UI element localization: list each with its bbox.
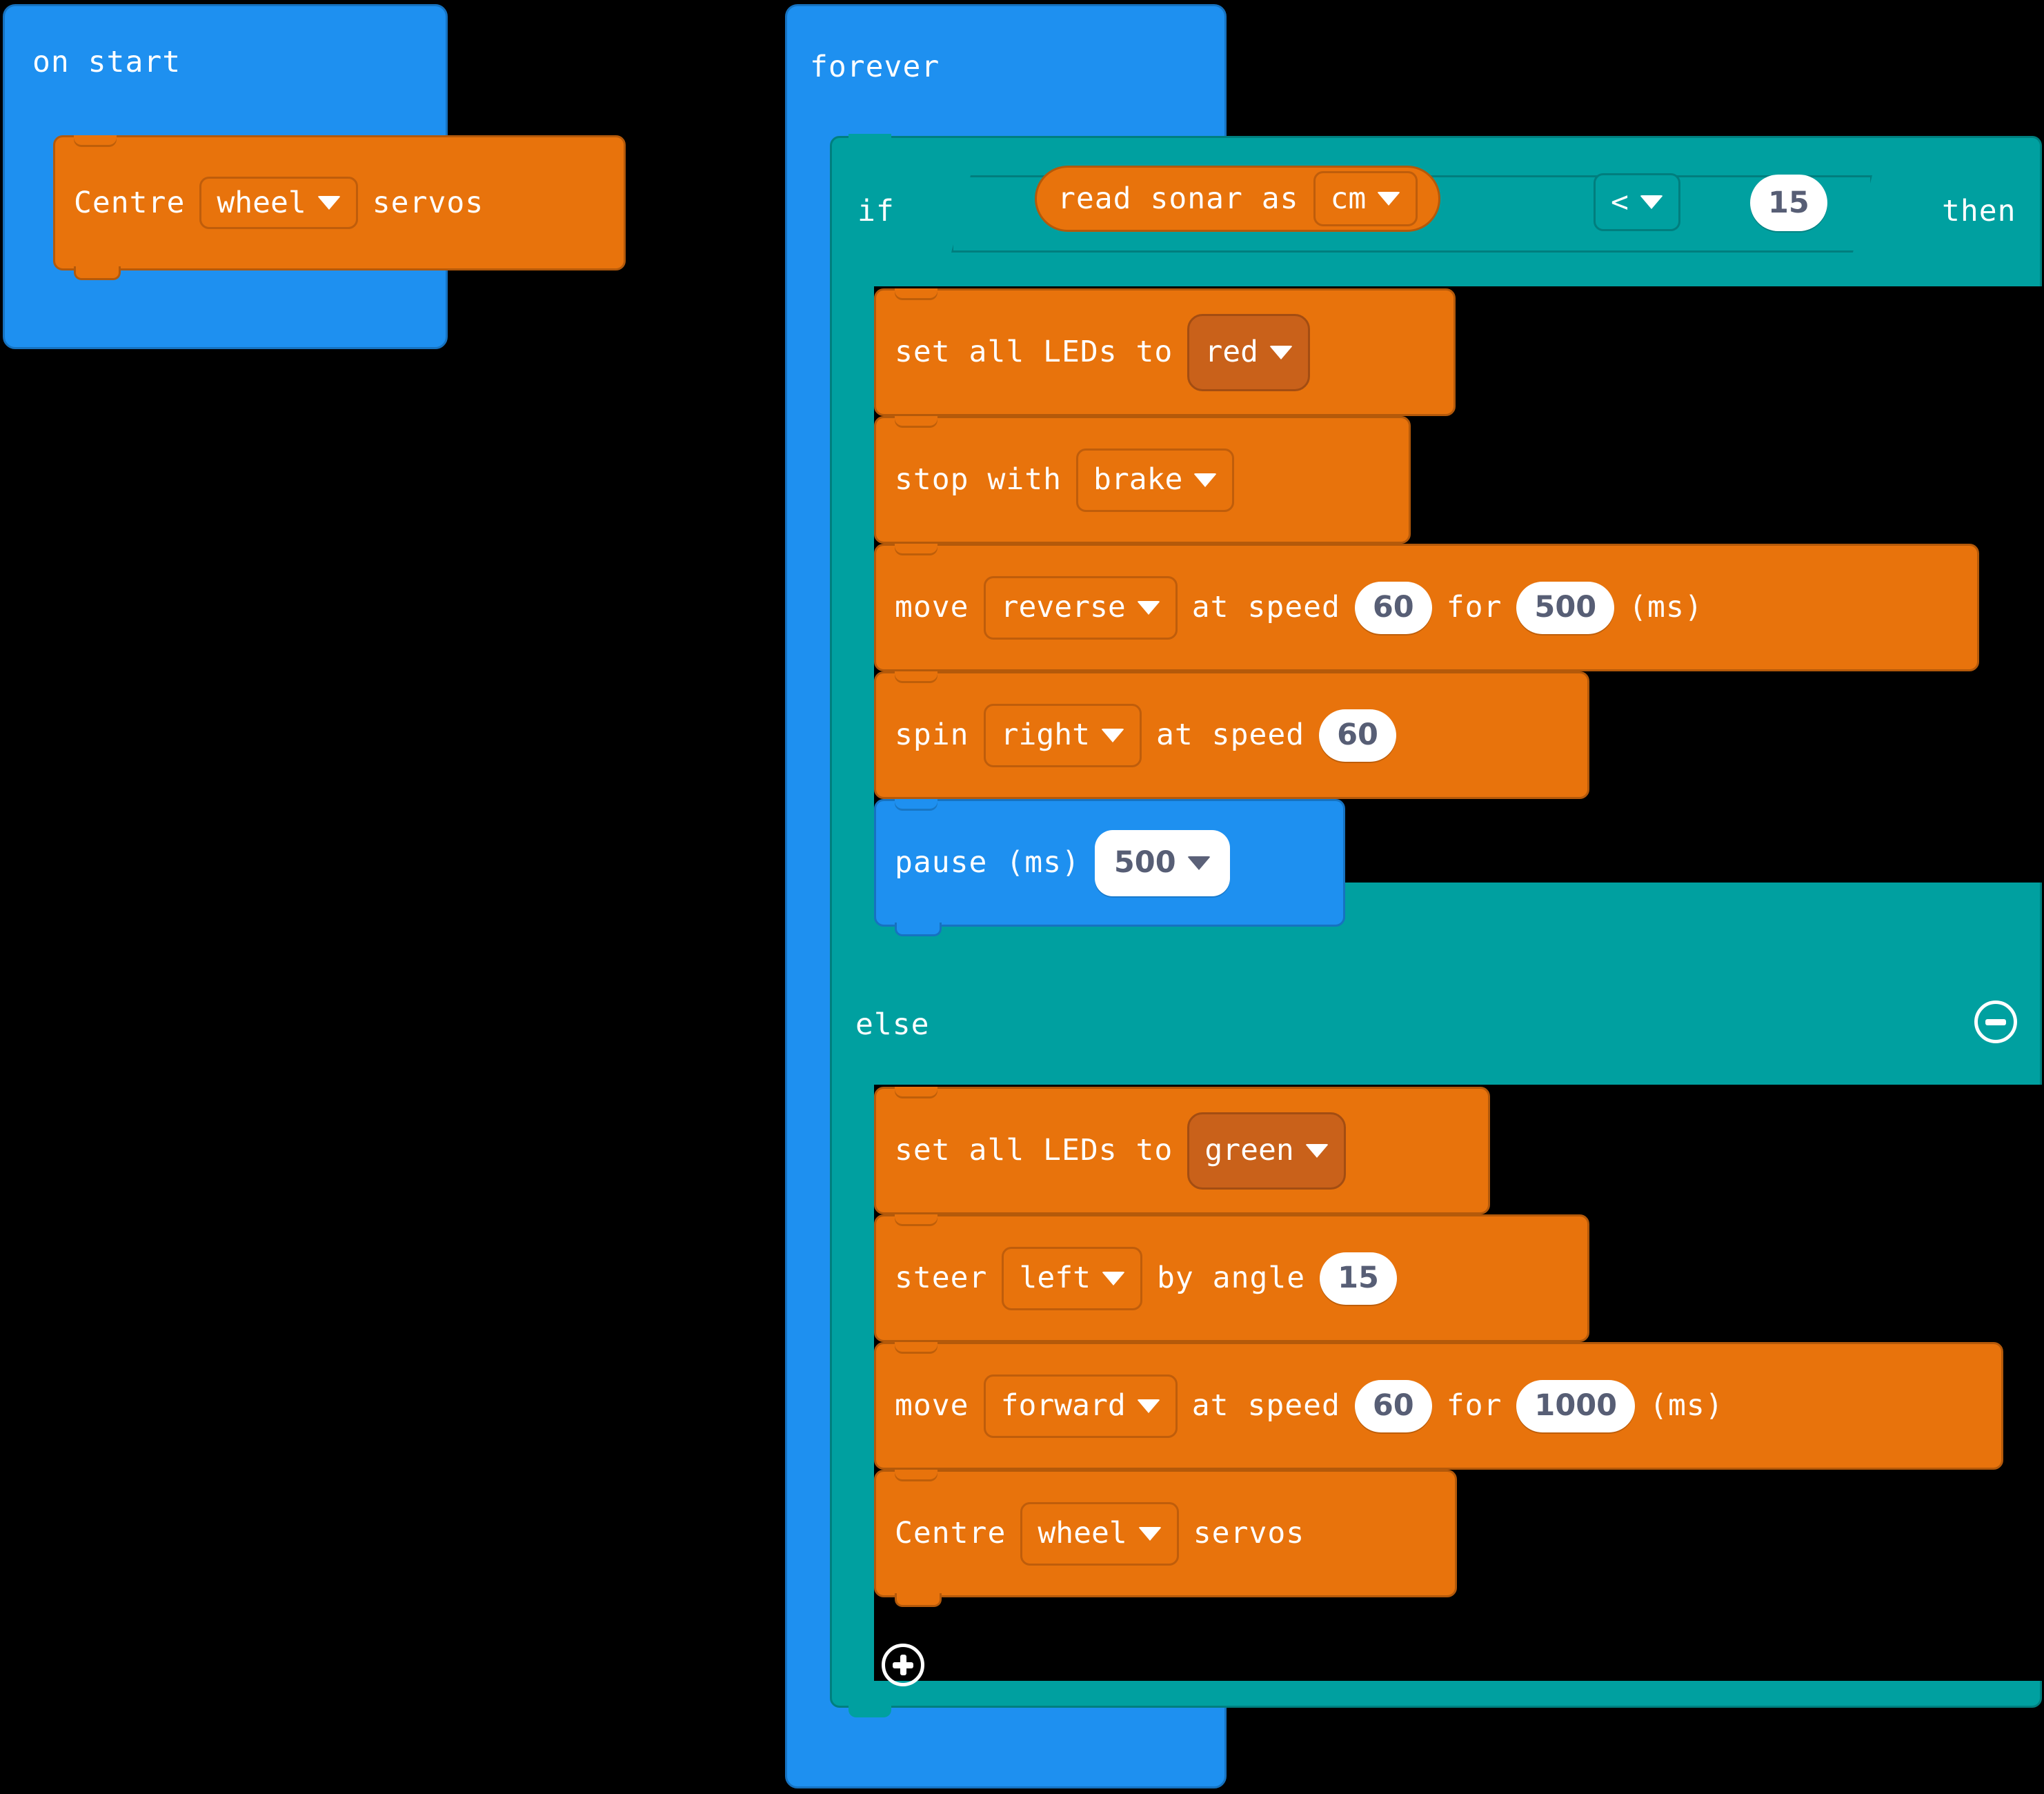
wheel-dropdown-1[interactable]: wheel (199, 177, 358, 229)
pause-label: pause (ms) (895, 845, 1080, 880)
move-direction-dropdown-forward[interactable]: forward (983, 1374, 1178, 1438)
steer-label: steer (895, 1261, 988, 1295)
spin-label: spin (895, 718, 969, 752)
move-duration-value-reverse: 500 (1534, 590, 1597, 624)
move-speed-value-forward: 60 (1372, 1388, 1414, 1423)
read-sonar-label: read sonar as (1058, 181, 1299, 216)
at-speed-label-reverse: at speed (1191, 590, 1340, 624)
ms-label-forward: (ms) (1649, 1388, 1724, 1423)
ms-label-reverse: (ms) (1629, 590, 1703, 624)
chevron-down-icon (1377, 192, 1401, 206)
steer-angle-value: 15 (1338, 1261, 1379, 1295)
for-label-forward: for (1446, 1388, 1502, 1423)
spin-speed-value: 60 (1337, 718, 1378, 752)
chevron-down-icon (1102, 1271, 1126, 1285)
led-color-value-red: red (1204, 335, 1258, 369)
chevron-down-icon (317, 196, 341, 210)
plus-bar-vertical (900, 1655, 906, 1675)
led-color-dropdown-green[interactable]: green (1187, 1112, 1346, 1190)
if-block-bottom-tab (849, 1706, 891, 1717)
on-start-label: on start (32, 45, 181, 79)
then-label: then (1942, 194, 2016, 228)
steer-angle-input[interactable]: 15 (1320, 1252, 1397, 1305)
move-speed-input-reverse[interactable]: 60 (1354, 581, 1432, 634)
pause-duration-input[interactable]: 500 (1094, 829, 1230, 896)
steer-direction-value: left (1019, 1261, 1091, 1295)
chevron-down-icon (1269, 345, 1293, 359)
plus-circle-icon[interactable] (882, 1644, 924, 1686)
if-label: if (857, 194, 895, 228)
comparison-operator-dropdown[interactable]: < (1594, 173, 1680, 231)
if-block-notch (849, 134, 891, 146)
chevron-down-icon (1187, 856, 1211, 870)
move-duration-input-forward[interactable]: 1000 (1516, 1379, 1636, 1432)
move-direction-dropdown-reverse[interactable]: reverse (983, 575, 1178, 640)
set-all-leds-label-green: set all LEDs to (895, 1133, 1173, 1167)
stop-mode-dropdown[interactable]: brake (1076, 448, 1235, 512)
sonar-unit-dropdown[interactable]: cm (1313, 171, 1418, 226)
move-forward-block[interactable]: move forward at speed 60 for 1000 (ms) (874, 1342, 2003, 1470)
by-angle-label: by angle (1157, 1261, 1306, 1295)
centre-servos-block-2[interactable]: Centre wheel servos (874, 1470, 1457, 1607)
steer-direction-dropdown[interactable]: left (1002, 1246, 1143, 1310)
led-color-dropdown-red[interactable]: red (1187, 313, 1310, 391)
threshold-number-value: 15 (1768, 185, 1809, 220)
sonar-unit-value: cm (1330, 181, 1367, 216)
wheel-dropdown-value-1: wheel (217, 185, 306, 220)
move-label-reverse: move (895, 590, 969, 624)
chevron-down-icon (1193, 473, 1218, 487)
centre-label-2: Centre (895, 1516, 1006, 1550)
stop-with-brake-block[interactable]: stop with brake (874, 416, 1411, 544)
move-speed-value-reverse: 60 (1372, 590, 1414, 624)
chevron-down-icon (1136, 1399, 1160, 1413)
led-color-value-green: green (1204, 1133, 1294, 1167)
wheel-dropdown-value-2: wheel (1038, 1516, 1127, 1550)
minus-circle-icon[interactable] (1974, 1000, 2017, 1043)
spin-direction-dropdown[interactable]: right (983, 703, 1142, 767)
pause-block[interactable]: pause (ms) 500 (874, 799, 1345, 936)
move-direction-value-reverse: reverse (1000, 590, 1126, 624)
for-label-reverse: for (1446, 590, 1502, 624)
forever-label: forever (810, 50, 940, 84)
else-label: else (855, 1007, 930, 1042)
move-speed-input-forward[interactable]: 60 (1354, 1379, 1432, 1432)
threshold-number-input[interactable]: 15 (1750, 175, 1827, 231)
chevron-down-icon (1138, 1526, 1162, 1541)
servos-label-1: servos (372, 185, 484, 220)
servos-label-2: servos (1193, 1516, 1305, 1550)
spin-direction-value: right (1000, 718, 1091, 752)
stop-mode-value: brake (1093, 462, 1183, 497)
at-speed-label-forward: at speed (1191, 1388, 1340, 1423)
centre-servos-block-1[interactable]: Centre wheel servos (53, 135, 626, 280)
wheel-dropdown-2[interactable]: wheel (1020, 1501, 1179, 1566)
spin-right-block[interactable]: spin right at speed 60 (874, 671, 1589, 799)
chevron-down-icon (1639, 195, 1663, 209)
read-sonar-reporter[interactable]: read sonar as cm (1035, 166, 1441, 232)
chevron-down-icon (1136, 600, 1160, 615)
at-speed-label-spin: at speed (1156, 718, 1305, 752)
spin-speed-input[interactable]: 60 (1319, 709, 1396, 762)
set-all-leds-label-red: set all LEDs to (895, 335, 1173, 369)
minus-bar (1985, 1018, 2006, 1025)
move-reverse-block[interactable]: move reverse at speed 60 for 500 (ms) (874, 544, 1979, 671)
stop-with-label: stop with (895, 462, 1062, 497)
move-label-forward: move (895, 1388, 969, 1423)
chevron-down-icon (1304, 1143, 1329, 1158)
pause-duration-value: 500 (1113, 845, 1176, 880)
comparison-operator-value: < (1611, 184, 1629, 219)
set-all-leds-green-block[interactable]: set all LEDs to green (874, 1087, 1490, 1214)
chevron-down-icon (1101, 728, 1125, 742)
move-duration-value-forward: 1000 (1534, 1388, 1618, 1423)
set-all-leds-red-block[interactable]: set all LEDs to red (874, 288, 1456, 416)
move-direction-value-forward: forward (1000, 1388, 1126, 1423)
steer-left-block[interactable]: steer left by angle 15 (874, 1214, 1589, 1342)
move-duration-input-reverse[interactable]: 500 (1516, 581, 1615, 634)
centre-label-1: Centre (74, 185, 186, 220)
